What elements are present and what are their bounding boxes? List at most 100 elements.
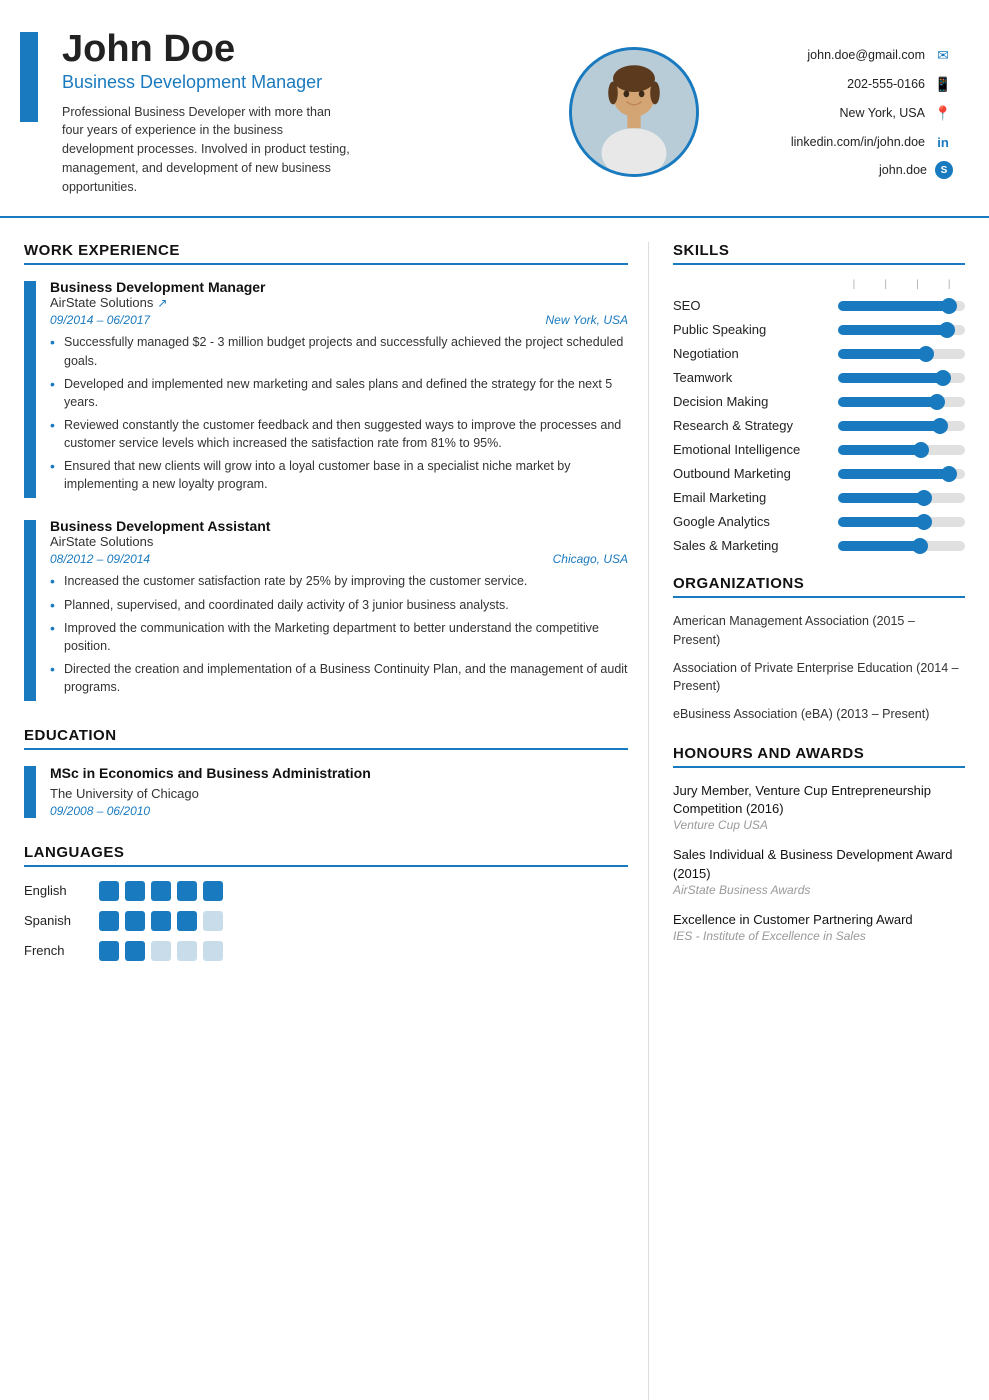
skype-icon: S [935, 161, 953, 179]
education-block: MSc in Economics and Business Administra… [24, 764, 628, 818]
email-label: john.doe@gmail.com [807, 48, 925, 62]
header-accent-bar [20, 32, 38, 122]
tick-3: | [902, 279, 934, 290]
skill-ticks: | | | | [838, 279, 965, 290]
award-2-org: AirState Business Awards [673, 883, 965, 897]
skill-publicspeaking-label: Public Speaking [673, 322, 828, 337]
skill-teamwork-bar-bg [838, 373, 965, 383]
job-2-company: AirState Solutions [50, 534, 628, 549]
lang-dot-empty [203, 941, 223, 961]
header: John Doe Business Development Manager Pr… [0, 0, 989, 218]
skype-label: john.doe [879, 163, 927, 177]
edu-bar [24, 766, 36, 818]
job-2-title: Business Development Assistant [50, 518, 628, 534]
skill-googleanalytics-bar-fill [838, 517, 927, 527]
job-1-title: Business Development Manager [50, 279, 628, 295]
job-2-bar [24, 520, 36, 701]
award-2-name: Sales Individual & Business Development … [673, 846, 965, 882]
header-name-block: John Doe Business Development Manager Pr… [62, 28, 545, 196]
lang-dot-empty [177, 941, 197, 961]
education-title: EDUCATION [24, 727, 628, 750]
skill-outboundmarketing-bar-fill [838, 469, 952, 479]
candidate-title: Business Development Manager [62, 72, 545, 93]
right-column: SKILLS | | | | SEO Public Speaking [649, 242, 989, 1400]
honours-title: HONOURS AND AWARDS [673, 745, 965, 768]
tick-2: | [870, 279, 902, 290]
skill-seo: SEO [673, 298, 965, 313]
edu-dates: 09/2008 – 06/2010 [50, 804, 628, 818]
skill-decisionmaking-bar-bg [838, 397, 965, 407]
lang-dot [99, 881, 119, 901]
skill-emailmarketing-label: Email Marketing [673, 490, 828, 505]
skill-seo-label: SEO [673, 298, 828, 313]
lang-french: French [24, 941, 628, 961]
linkedin-icon: in [933, 132, 953, 152]
languages-title: LANGUAGES [24, 844, 628, 867]
skill-researchstrategy: Research & Strategy [673, 418, 965, 433]
job-2-bullet-1: Increased the customer satisfaction rate… [50, 572, 628, 590]
location-icon: 📍 [933, 103, 953, 123]
skill-salesmarketing: Sales & Marketing [673, 538, 965, 553]
lang-dot-empty [203, 911, 223, 931]
job-1-dates-row: 09/2014 – 06/2017 New York, USA [50, 313, 628, 327]
job-2-bullet-2: Planned, supervised, and coordinated dai… [50, 596, 628, 614]
job-2-bullet-3: Improved the communication with the Mark… [50, 619, 628, 655]
work-experience-section: WORK EXPERIENCE Business Development Man… [24, 242, 628, 701]
tick-4: | [933, 279, 965, 290]
phone-icon: 📱 [933, 74, 953, 94]
skill-salesmarketing-label: Sales & Marketing [673, 538, 828, 553]
organizations-title: ORGANIZATIONS [673, 575, 965, 598]
skill-seo-bar-fill [838, 301, 952, 311]
skill-researchstrategy-bar-bg [838, 421, 965, 431]
skill-negotiation-bar-bg [838, 349, 965, 359]
job-2: Business Development Assistant AirState … [24, 518, 628, 701]
candidate-name: John Doe [62, 28, 545, 72]
skill-emailmarketing: Email Marketing [673, 490, 965, 505]
job-1: Business Development Manager AirState So… [24, 279, 628, 498]
award-1: Jury Member, Venture Cup Entrepreneurshi… [673, 782, 965, 832]
skill-emailmarketing-bar-bg [838, 493, 965, 503]
org-2: Association of Private Enterprise Educat… [673, 659, 965, 695]
job-1-bullet-1: Successfully managed $2 - 3 million budg… [50, 333, 628, 369]
skill-publicspeaking-bar-fill [838, 325, 950, 335]
skills-section: SKILLS | | | | SEO Public Speaking [673, 242, 965, 553]
email-icon: ✉ [933, 45, 953, 65]
languages-section: LANGUAGES English Spanish [24, 844, 628, 961]
tick-1: | [838, 279, 870, 290]
resume-container: John Doe Business Development Manager Pr… [0, 0, 989, 1400]
lang-dot [151, 881, 171, 901]
job-1-bullet-3: Reviewed constantly the customer feedbac… [50, 416, 628, 452]
lang-dot [177, 881, 197, 901]
left-column: WORK EXPERIENCE Business Development Man… [0, 242, 649, 1400]
job-1-content: Business Development Manager AirState So… [50, 279, 628, 498]
lang-dot [125, 881, 145, 901]
job-1-company-link-icon: ↗ [157, 296, 167, 310]
skill-publicspeaking-bar-bg [838, 325, 965, 335]
contact-skype: john.doe S [879, 161, 953, 179]
org-3: eBusiness Association (eBA) (2013 – Pres… [673, 705, 965, 723]
skill-teamwork: Teamwork [673, 370, 965, 385]
lang-english: English [24, 881, 628, 901]
skill-googleanalytics-bar-bg [838, 517, 965, 527]
skill-researchstrategy-bar-fill [838, 421, 943, 431]
job-2-location: Chicago, USA [553, 552, 628, 566]
lang-dot [125, 911, 145, 931]
skill-teamwork-bar-fill [838, 373, 946, 383]
skill-salesmarketing-bar-bg [838, 541, 965, 551]
lang-spanish: Spanish [24, 911, 628, 931]
org-1: American Management Association (2015 – … [673, 612, 965, 648]
job-1-company: AirState Solutions ↗ [50, 295, 628, 310]
job-2-bullet-4: Directed the creation and implementation… [50, 660, 628, 696]
lang-dot [99, 911, 119, 931]
skill-outboundmarketing-label: Outbound Marketing [673, 466, 828, 481]
skill-negotiation-label: Negotiation [673, 346, 828, 361]
lang-french-dots [99, 941, 223, 961]
job-1-dates: 09/2014 – 06/2017 [50, 313, 150, 327]
skill-seo-bar-bg [838, 301, 965, 311]
contact-phone: 202-555-0166 📱 [847, 74, 953, 94]
award-1-org: Venture Cup USA [673, 818, 965, 832]
job-1-bar [24, 281, 36, 498]
candidate-photo [569, 47, 699, 177]
award-2: Sales Individual & Business Development … [673, 846, 965, 896]
location-label: New York, USA [840, 106, 925, 120]
